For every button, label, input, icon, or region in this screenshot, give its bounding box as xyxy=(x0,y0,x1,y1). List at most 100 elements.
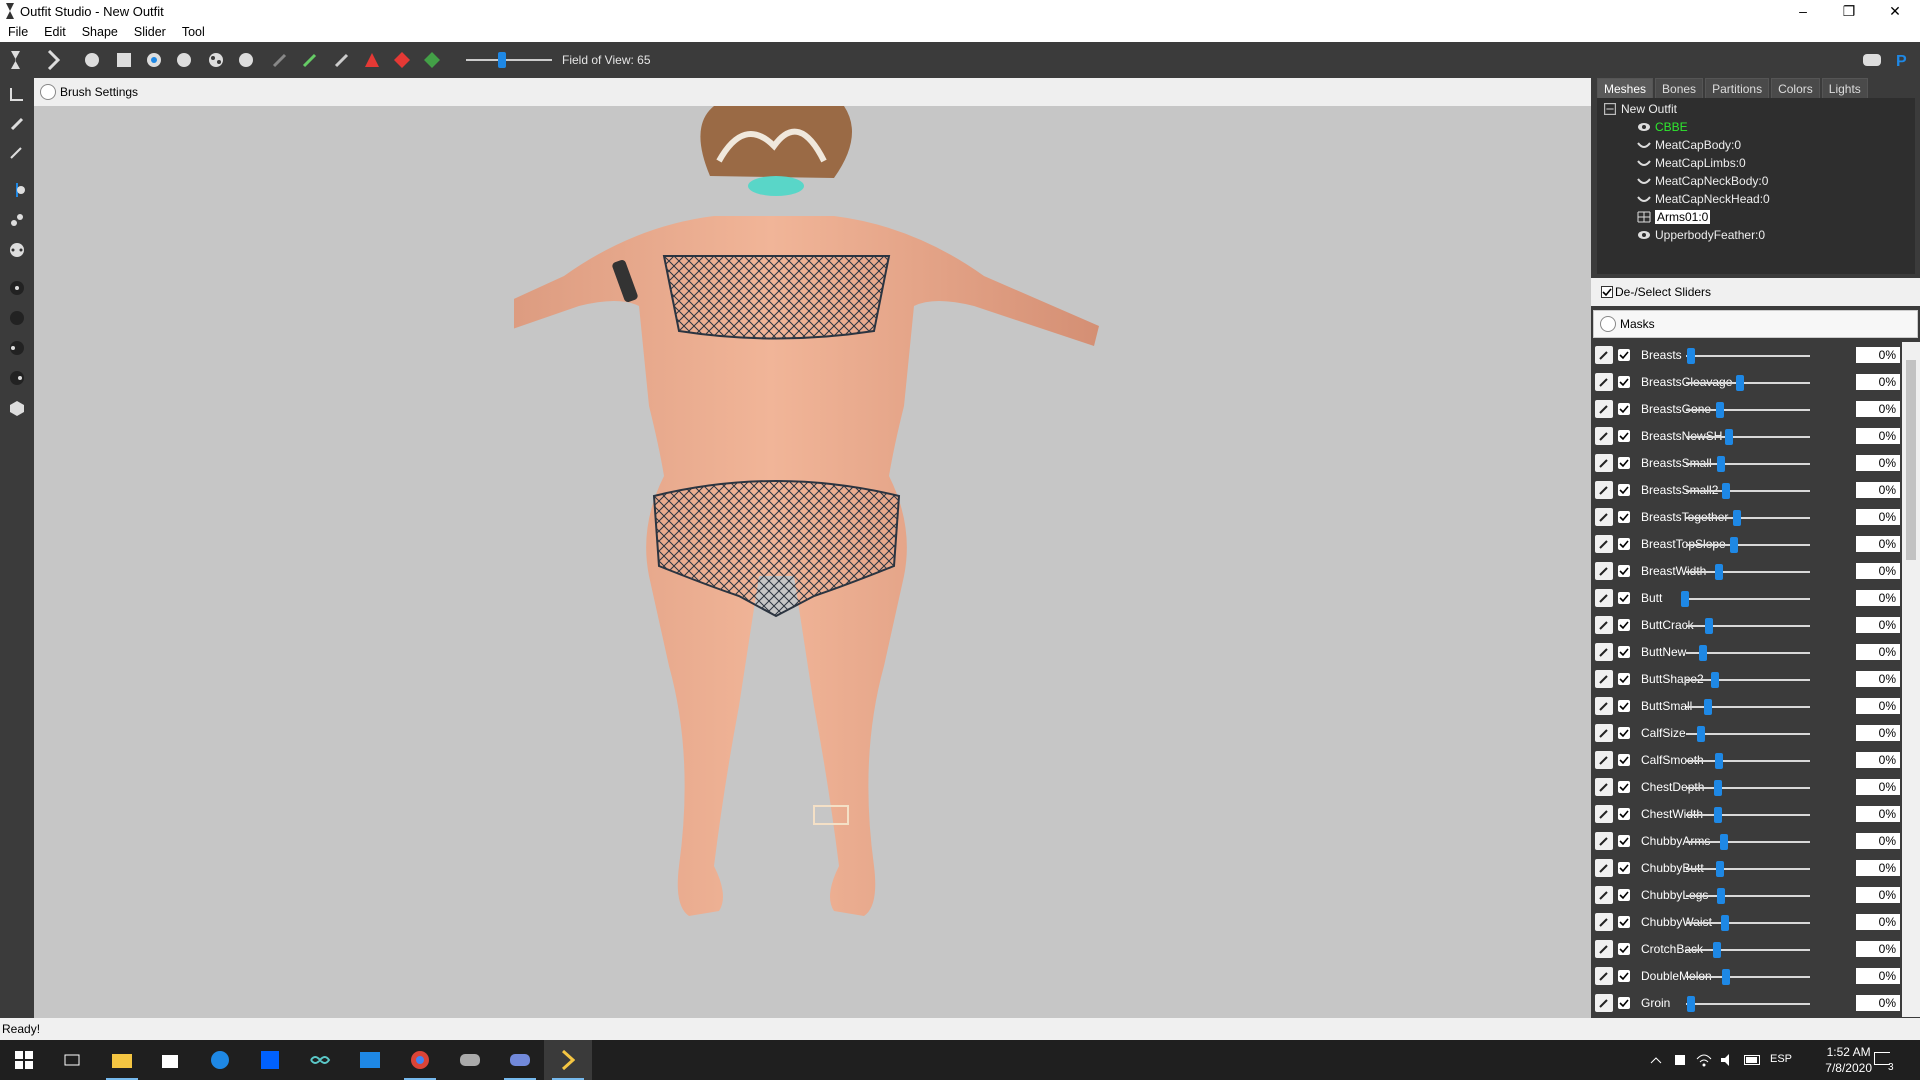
edge-icon[interactable] xyxy=(196,1040,244,1080)
edit-slider-pencil-icon[interactable] xyxy=(1595,913,1613,931)
close-button[interactable]: ✕ xyxy=(1872,0,1918,22)
slider-value-field[interactable]: 0% xyxy=(1856,644,1900,660)
weight-brush-icon[interactable] xyxy=(270,50,290,70)
edit-slider-pencil-icon[interactable] xyxy=(1595,751,1613,769)
paypal-icon[interactable]: P xyxy=(1892,50,1912,70)
slider-list-scrollbar[interactable] xyxy=(1902,342,1920,1017)
slider-track[interactable] xyxy=(1686,598,1810,600)
slider-value-field[interactable]: 0% xyxy=(1856,509,1900,525)
slider-track[interactable] xyxy=(1686,895,1810,897)
slider-checkbox[interactable] xyxy=(1618,619,1630,631)
slider-value-field[interactable]: 0% xyxy=(1856,968,1900,984)
wifi-icon[interactable] xyxy=(1696,1052,1712,1068)
menu-tool[interactable]: Tool xyxy=(174,25,213,39)
slider-checkbox[interactable] xyxy=(1618,349,1630,361)
slider-thumb[interactable] xyxy=(1717,888,1725,904)
edit-slider-pencil-icon[interactable] xyxy=(1595,940,1613,958)
slider-value-field[interactable]: 0% xyxy=(1856,752,1900,768)
slider-track[interactable] xyxy=(1686,544,1810,546)
edit-slider-pencil-icon[interactable] xyxy=(1595,535,1613,553)
slider-thumb[interactable] xyxy=(1715,564,1723,580)
mesh-item[interactable]: MeatCapNeckBody:0 xyxy=(1637,173,1768,189)
slider-thumb[interactable] xyxy=(1722,483,1730,499)
slider-value-field[interactable]: 0% xyxy=(1856,617,1900,633)
tab-lights[interactable]: Lights xyxy=(1821,78,1868,98)
slider-thumb[interactable] xyxy=(1721,915,1729,931)
slider-checkbox[interactable] xyxy=(1618,673,1630,685)
slider-thumb[interactable] xyxy=(1733,510,1741,526)
tab-colors[interactable]: Colors xyxy=(1771,78,1820,98)
clock[interactable]: 1:52 AM 7/8/2020 xyxy=(1825,1044,1872,1076)
edit-slider-pencil-icon[interactable] xyxy=(1595,454,1613,472)
slider-value-field[interactable]: 0% xyxy=(1856,671,1900,687)
slider-thumb[interactable] xyxy=(1697,726,1705,742)
collapse-icon[interactable] xyxy=(1603,103,1617,115)
tab-partitions[interactable]: Partitions xyxy=(1705,78,1770,98)
slider-checkbox[interactable] xyxy=(1618,889,1630,901)
edit-slider-pencil-icon[interactable] xyxy=(1595,616,1613,634)
slider-track[interactable] xyxy=(1686,760,1810,762)
slider-checkbox[interactable] xyxy=(1618,916,1630,928)
slider-thumb[interactable] xyxy=(1681,591,1689,607)
edit-slider-pencil-icon[interactable] xyxy=(1595,859,1613,877)
infinity-icon[interactable] xyxy=(296,1040,344,1080)
edit-slider-pencil-icon[interactable] xyxy=(1595,805,1613,823)
edit-slider-pencil-icon[interactable] xyxy=(1595,373,1613,391)
character-model[interactable] xyxy=(514,106,1134,986)
slider-value-field[interactable]: 0% xyxy=(1856,779,1900,795)
slider-checkbox[interactable] xyxy=(1618,943,1630,955)
slider-checkbox[interactable] xyxy=(1618,646,1630,658)
edit-slider-pencil-icon[interactable] xyxy=(1595,670,1613,688)
slider-thumb[interactable] xyxy=(1717,456,1725,472)
mesh-item[interactable]: MeatCapNeckHead:0 xyxy=(1637,191,1770,207)
slider-value-field[interactable]: 0% xyxy=(1856,563,1900,579)
slider-track[interactable] xyxy=(1686,976,1810,978)
tab-meshes[interactable]: Meshes xyxy=(1597,78,1654,98)
minimize-button[interactable]: – xyxy=(1780,0,1826,22)
pin-tool-icon[interactable] xyxy=(5,112,29,136)
store-icon[interactable] xyxy=(146,1040,194,1080)
mesh-item[interactable]: Arms01:0 xyxy=(1637,209,1711,225)
slider-value-field[interactable]: 0% xyxy=(1856,428,1900,444)
split-edge-icon[interactable] xyxy=(422,50,442,70)
slider-checkbox[interactable] xyxy=(1618,700,1630,712)
slider-checkbox[interactable] xyxy=(1618,592,1630,604)
menu-slider[interactable]: Slider xyxy=(126,25,174,39)
slider-value-field[interactable]: 0% xyxy=(1856,860,1900,876)
slider-thumb[interactable] xyxy=(1730,537,1738,553)
edit-slider-pencil-icon[interactable] xyxy=(1595,481,1613,499)
slider-track[interactable] xyxy=(1686,1003,1810,1005)
slider-track[interactable] xyxy=(1686,436,1810,438)
mail-icon[interactable] xyxy=(346,1040,394,1080)
game-icon[interactable] xyxy=(446,1040,494,1080)
task-view-icon[interactable] xyxy=(48,1040,96,1080)
shade-icon[interactable] xyxy=(5,276,29,300)
edit-slider-pencil-icon[interactable] xyxy=(1595,832,1613,850)
slider-checkbox[interactable] xyxy=(1618,754,1630,766)
cube-view-icon[interactable] xyxy=(5,396,29,420)
pencil-tool-icon[interactable] xyxy=(5,140,29,164)
slider-value-field[interactable]: 0% xyxy=(1856,698,1900,714)
slider-track[interactable] xyxy=(1686,517,1810,519)
chrome-icon[interactable] xyxy=(396,1040,444,1080)
mesh-item[interactable]: MeatCapLimbs:0 xyxy=(1637,155,1746,171)
3d-viewport[interactable]: Brush Settings xyxy=(34,78,1591,1018)
tab-bones[interactable]: Bones xyxy=(1655,78,1704,98)
slider-thumb[interactable] xyxy=(1713,942,1721,958)
dropbox-icon[interactable] xyxy=(246,1040,294,1080)
slider-value-field[interactable]: 0% xyxy=(1856,536,1900,552)
smooth-brush-icon[interactable] xyxy=(236,50,256,70)
discord-taskbar-icon[interactable] xyxy=(496,1040,544,1080)
slider-checkbox[interactable] xyxy=(1618,457,1630,469)
deflate-brush-icon[interactable] xyxy=(174,50,194,70)
wireframe-icon[interactable] xyxy=(5,238,29,262)
slider-checkbox[interactable] xyxy=(1618,997,1630,1009)
select-tool-icon[interactable] xyxy=(6,50,26,70)
slider-checkbox[interactable] xyxy=(1618,376,1630,388)
slider-track[interactable] xyxy=(1686,841,1810,843)
slider-thumb[interactable] xyxy=(1711,672,1719,688)
slider-thumb[interactable] xyxy=(1714,780,1722,796)
tray-dropbox-icon[interactable] xyxy=(1672,1052,1688,1068)
tray-chevron-icon[interactable] xyxy=(1648,1052,1664,1068)
slider-value-field[interactable]: 0% xyxy=(1856,374,1900,390)
